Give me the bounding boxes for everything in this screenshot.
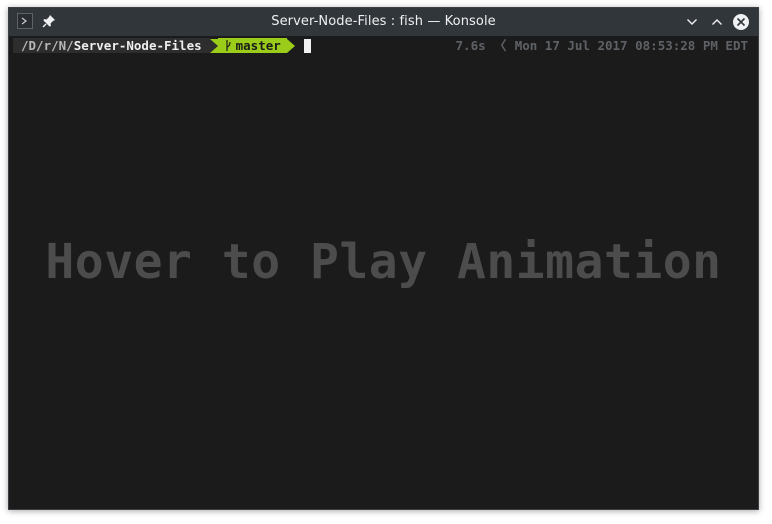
text-cursor [303, 38, 311, 53]
hover-overlay-text[interactable]: Hover to Play Animation [9, 234, 758, 290]
git-branch-name: master [235, 38, 281, 53]
right-prompt-separator: 〈 [493, 38, 507, 53]
git-branch-icon [226, 40, 231, 51]
chevron-up-icon [712, 19, 722, 25]
terminal-area[interactable]: /D/r/N/Server-Node-Files master 7.6s 〈 M… [9, 36, 758, 509]
close-button[interactable] [731, 12, 751, 32]
prompt-git-segment: master [217, 38, 287, 53]
close-icon [733, 14, 749, 30]
prompt-separator-arrow [209, 38, 218, 53]
maximize-button[interactable] [707, 12, 727, 32]
window-title: Server-Node-Files : fish — Konsole [271, 14, 496, 29]
minimize-button[interactable] [682, 12, 702, 32]
prompt-path-current: Server-Node-Files [73, 38, 202, 53]
konsole-window: Server-Node-Files : fish — Konsole /D/r/… [8, 7, 759, 510]
prompt-path-segment: /D/r/N/Server-Node-Files [13, 38, 210, 53]
title-bar[interactable]: Server-Node-Files : fish — Konsole [9, 8, 758, 36]
chevron-down-icon [687, 19, 697, 25]
prompt: /D/r/N/Server-Node-Files master [13, 38, 311, 53]
prompt-end-arrow [286, 38, 295, 53]
scrollbar[interactable] [750, 36, 758, 509]
command-duration: 7.6s [455, 38, 486, 53]
timestamp: Mon 17 Jul 2017 08:53:28 PM EDT [514, 38, 748, 53]
prompt-path-dirs: /D/r/N/ [21, 38, 74, 53]
right-prompt: 7.6s 〈 Mon 17 Jul 2017 08:53:28 PM EDT [456, 38, 748, 53]
